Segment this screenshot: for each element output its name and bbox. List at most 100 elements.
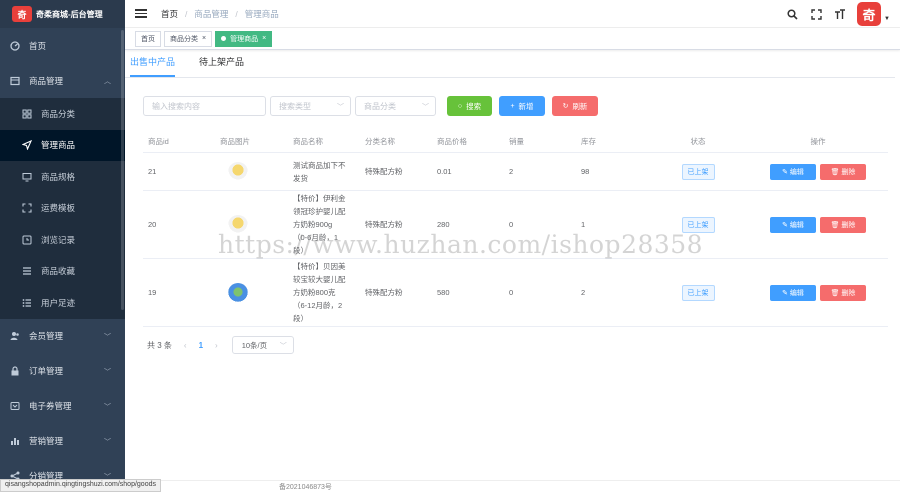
delete-button[interactable]: 🗑 删除 — [820, 284, 866, 301]
breadcrumb-item-home[interactable]: 首页 — [161, 8, 178, 20]
admin-app: 奇 奇柔商城-后台管理 首页 商品管理 ︿ 商品分类 管理商品 商品规格 运费模… — [0, 0, 900, 492]
list-icon — [22, 266, 32, 276]
cell-sales: 0 — [509, 288, 514, 297]
refresh-button[interactable]: ↻ 刷新 — [552, 96, 598, 116]
sidebar-item-coupons[interactable]: 电子券管理 ﹀ — [0, 389, 125, 424]
main-content: 出售中产品 待上架产品 输入搜索内容 搜索类型 ﹀ 商品分类 ﹀ ○ 搜索 + … — [125, 50, 900, 480]
edit-button[interactable]: ✎ 编辑 — [770, 216, 816, 233]
goods-table: 商品id 商品图片 商品名称 分类名称 商品价格 销量 库存 状态 操作 21 … — [143, 131, 888, 327]
search-input[interactable]: 输入搜索内容 — [143, 96, 266, 116]
breadcrumb: 首页 / 商品管理 / 管理商品 — [161, 8, 279, 20]
edit-button-label: 编辑 — [789, 168, 804, 176]
hamburger-icon[interactable] — [135, 7, 147, 20]
add-button[interactable]: + 新增 — [499, 96, 545, 116]
col-id[interactable]: 商品id — [143, 136, 215, 147]
avatar[interactable]: 奇 — [857, 2, 882, 26]
tab-on-sale[interactable]: 出售中产品 — [130, 50, 176, 77]
cell-id: 20 — [148, 220, 157, 229]
product-tabs: 出售中产品 待上架产品 — [130, 50, 268, 77]
close-icon[interactable]: × — [202, 35, 206, 42]
sidebar-item-label: 首页 — [29, 40, 47, 51]
sidebar-subitem-label: 浏览记录 — [41, 234, 76, 245]
sidebar: 奇 奇柔商城-后台管理 首页 商品管理 ︿ 商品分类 管理商品 商品规格 运费模… — [0, 0, 125, 492]
sidebar-item-home[interactable]: 首页 — [0, 28, 125, 63]
brand-logo: 奇 — [12, 6, 32, 22]
edit-button-label: 编辑 — [789, 289, 804, 297]
cell-name: 【特价】贝因美较宝较大婴儿配方奶粉800克（6-12月龄，2段） — [293, 262, 346, 323]
breadcrumb-item-current: 管理商品 — [244, 8, 279, 19]
sidebar-subitem-manage-goods[interactable]: 管理商品 — [0, 129, 125, 161]
sidebar-item-orders[interactable]: 订单管理 ﹀ — [0, 354, 125, 389]
cell-stock: 1 — [581, 220, 586, 229]
cell-image — [215, 161, 288, 182]
type-select[interactable]: 搜索类型 ﹀ — [270, 96, 351, 116]
sidebar-scrollbar[interactable] — [121, 30, 124, 310]
delete-button-label: 删除 — [841, 221, 856, 229]
font-size-icon[interactable] — [833, 7, 847, 21]
refresh-icon: ↻ — [562, 103, 569, 110]
brand[interactable]: 奇 奇柔商城-后台管理 — [0, 0, 125, 28]
category-select[interactable]: 商品分类 ﹀ — [355, 96, 436, 116]
page-number[interactable]: 1 — [199, 341, 203, 350]
chevron-right-icon[interactable]: › — [215, 341, 218, 350]
monitor-icon — [22, 172, 32, 182]
sidebar-subitem-label: 用户足迹 — [41, 297, 76, 308]
tabs-divider — [125, 77, 895, 78]
sidebar-subitem-shipping[interactable]: 运费模板 — [0, 193, 125, 225]
sidebar-item-members[interactable]: 会员管理 ﹀ — [0, 319, 125, 354]
sidebar-subitem-browse[interactable]: 浏览记录 — [0, 224, 125, 256]
search-button[interactable]: ○ 搜索 — [447, 96, 492, 116]
status-badge[interactable]: 已上架 — [681, 284, 715, 301]
breadcrumb-separator: / — [235, 8, 238, 19]
sidebar-item-label: 商品管理 — [29, 75, 64, 86]
chevron-down-icon: ﹀ — [279, 343, 287, 350]
col-stock: 库存 — [581, 137, 596, 146]
col-sales: 销量 — [509, 137, 524, 146]
edit-button[interactable]: ✎ 编辑 — [770, 284, 816, 301]
icp-text[interactable]: 备2021046873号 — [279, 482, 332, 492]
tab-pending[interactable]: 待上架产品 — [199, 50, 244, 75]
tag-home[interactable]: 首页 — [135, 30, 161, 47]
sidebar-subitem-spec[interactable]: 商品规格 — [0, 161, 125, 193]
tag-manage-goods[interactable]: 管理商品 × — [215, 30, 273, 47]
tag-category[interactable]: 商品分类 × — [164, 30, 213, 47]
product-icon — [10, 76, 20, 86]
fullscreen-icon[interactable] — [809, 7, 823, 21]
chevron-down-icon: ﹀ — [104, 333, 111, 341]
delete-button[interactable]: 🗑 删除 — [820, 216, 866, 233]
coupon-icon — [10, 401, 20, 411]
sidebar-item-marketing[interactable]: 营销管理 ﹀ — [0, 424, 125, 459]
sidebar-subitem-footprint[interactable]: 用户足迹 — [0, 287, 125, 319]
type-select-placeholder: 搜索类型 — [279, 101, 311, 111]
page-size-select[interactable]: 10条/页 ﹀ — [231, 336, 294, 354]
search-icon[interactable] — [785, 7, 799, 21]
col-image: 商品图片 — [220, 137, 250, 146]
product-thumbnail[interactable] — [228, 161, 248, 182]
edit-button[interactable]: ✎ 编辑 — [770, 163, 816, 180]
search-icon: ○ — [457, 102, 463, 110]
send-icon — [21, 140, 33, 151]
delete-button[interactable]: 🗑 删除 — [820, 163, 866, 180]
dashboard-icon — [10, 40, 20, 51]
plus-icon: + — [510, 102, 515, 110]
sidebar-subitem-favorites[interactable]: 商品收藏 — [0, 256, 125, 288]
edit-icon: ✎ — [782, 168, 790, 176]
chevron-down-icon: ﹀ — [104, 438, 111, 446]
cell-id: 21 — [148, 167, 157, 176]
chevron-down-icon: ﹀ — [337, 104, 344, 111]
breadcrumb-item-products[interactable]: 商品管理 — [194, 8, 228, 20]
sidebar-item-product-management[interactable]: 商品管理 ︿ — [0, 63, 125, 98]
caret-down-icon[interactable]: ▼ — [884, 16, 890, 22]
tag-label: 首页 — [141, 35, 155, 43]
product-thumbnail[interactable] — [228, 282, 248, 303]
sidebar-subitem-label: 商品分类 — [41, 108, 76, 119]
lock-icon — [10, 366, 20, 376]
cell-price: 280 — [437, 220, 450, 229]
trash-icon: 🗑 — [830, 221, 842, 229]
chevron-left-icon[interactable]: ‹ — [184, 341, 187, 350]
sidebar-subitem-category[interactable]: 商品分类 — [0, 98, 125, 130]
cell-name: 测试商品加下不发货 — [293, 160, 346, 183]
col-status: 状态 — [690, 137, 706, 146]
status-badge[interactable]: 已上架 — [681, 163, 715, 180]
close-icon[interactable]: × — [262, 35, 266, 42]
